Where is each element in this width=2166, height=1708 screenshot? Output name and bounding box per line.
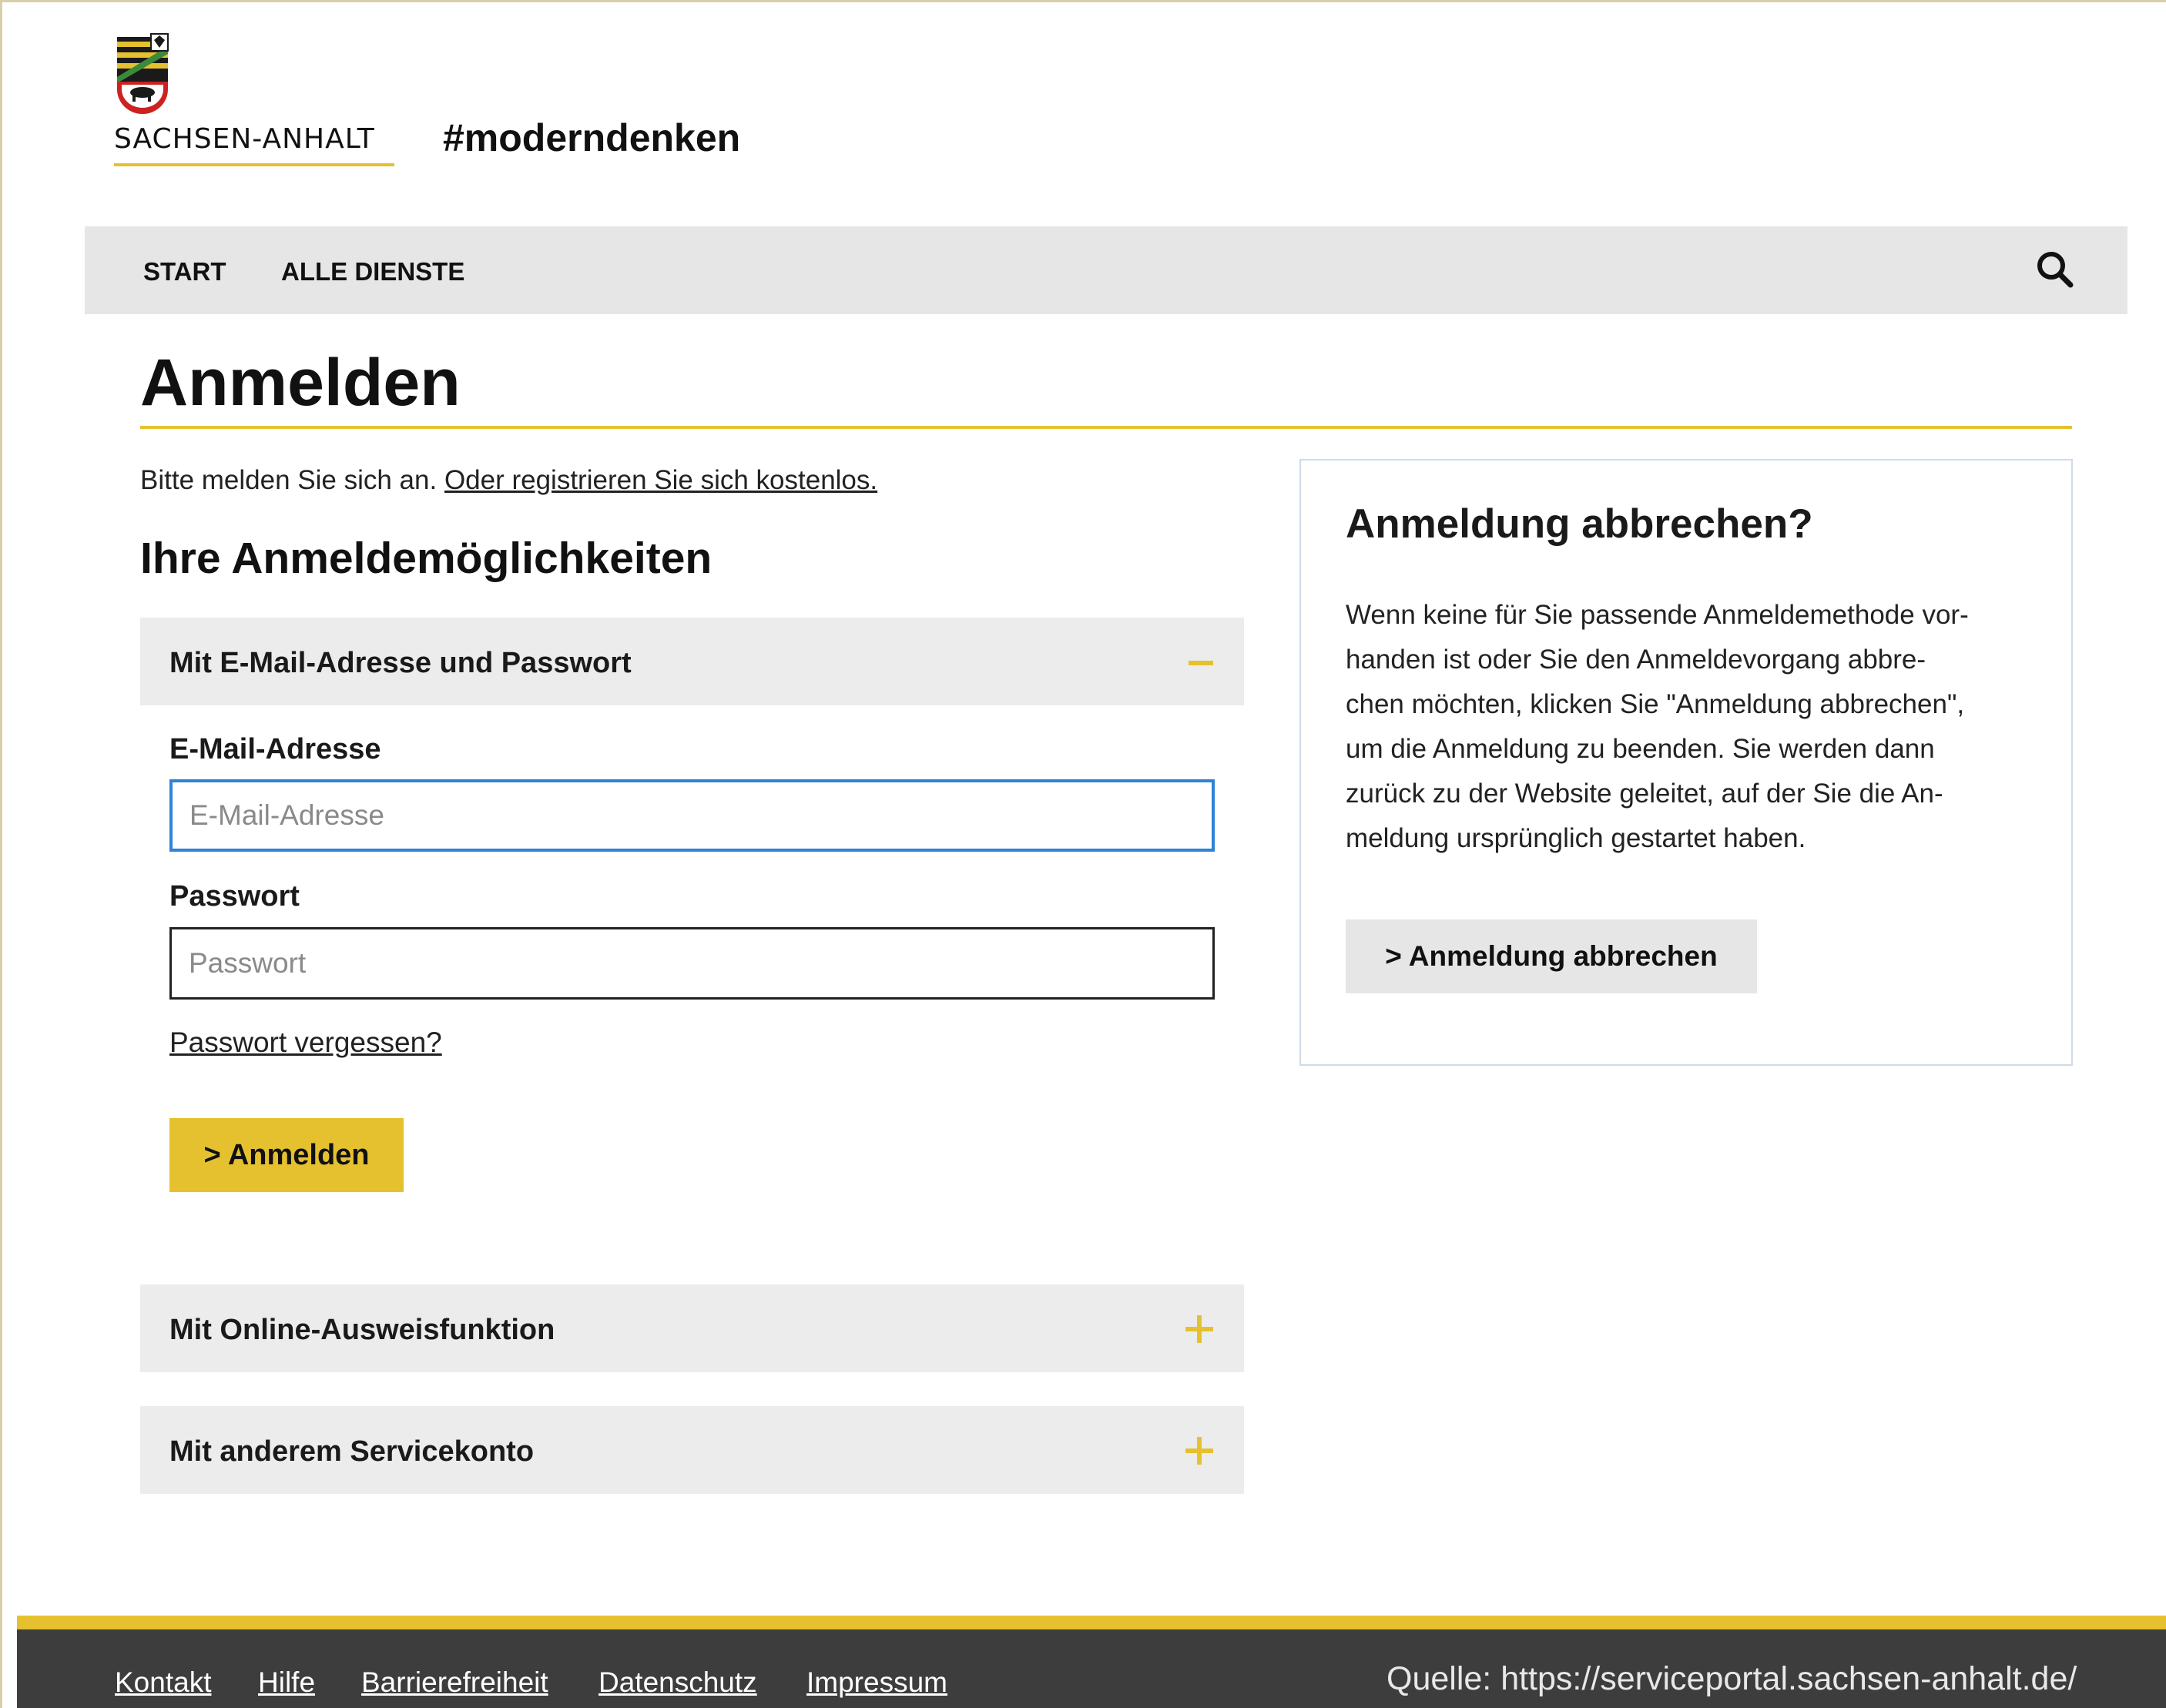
cancel-text-line: Wenn keine für Sie passende Anmeldemetho… <box>1346 600 1969 630</box>
cancel-text-line: um die Anmeldung zu beenden. Sie werden … <box>1346 734 1935 764</box>
plus-icon <box>1185 1437 1213 1465</box>
cancel-text-line: handen ist oder Sie den Anmeldevorgang a… <box>1346 645 1926 675</box>
footer-link-barrierefreiheit[interactable]: Barrierefreiheit <box>361 1666 548 1699</box>
hashtag-slogan: #moderndenken <box>443 116 741 159</box>
page-title: Anmelden <box>140 346 461 420</box>
title-divider <box>140 426 2072 429</box>
accordion-email-password[interactable]: Mit E-Mail-Adresse und Passwort <box>140 618 1244 705</box>
accordion-title: Mit E-Mail-Adresse und Passwort <box>169 647 632 679</box>
cancel-text-line: meldung ursprünglich gestartet haben. <box>1346 823 1806 853</box>
cancel-login-panel: Anmeldung abbrechen? Wenn keine für Sie … <box>1299 459 2073 1066</box>
email-field[interactable] <box>169 779 1215 852</box>
login-button[interactable]: > Anmelden <box>169 1118 404 1192</box>
nav-item-start[interactable]: START <box>143 257 226 286</box>
state-name: SACHSEN-ANHALT <box>114 123 375 155</box>
cancel-login-button[interactable]: > Anmeldung abbrechen <box>1346 919 1757 993</box>
nav-item-alle-dienste[interactable]: ALLE DIENSTE <box>281 257 464 286</box>
plus-icon <box>1185 1315 1213 1343</box>
register-link[interactable]: Oder registrieren Sie sich kostenlos. <box>444 465 877 495</box>
source-caption: Quelle: https://serviceportal.sachsen-an… <box>1386 1660 2077 1697</box>
intro-text: Bitte melden Sie sich an. Oder registrie… <box>140 465 877 496</box>
footer-link-impressum[interactable]: Impressum <box>806 1666 947 1699</box>
cancel-description: Wenn keine für Sie passende Anmeldemetho… <box>1346 593 2031 861</box>
footer-link-datenschutz[interactable]: Datenschutz <box>598 1666 757 1699</box>
accordion-title: Mit anderem Servicekonto <box>169 1435 535 1468</box>
footer-accent-bar <box>17 1616 2166 1629</box>
login-options-heading: Ihre Anmeldemöglichkeiten <box>140 534 712 583</box>
email-label: E-Mail-Adresse <box>169 733 381 765</box>
accordion-online-id[interactable]: Mit Online-Ausweisfunktion <box>140 1284 1244 1372</box>
main-nav: START ALLE DIENSTE <box>85 226 2127 314</box>
intro-label: Bitte melden Sie sich an. <box>140 465 444 495</box>
minus-icon <box>1189 661 1213 665</box>
footer-link-hilfe[interactable]: Hilfe <box>258 1666 315 1699</box>
footer-link-kontakt[interactable]: Kontakt <box>115 1666 211 1699</box>
password-label: Passwort <box>169 880 300 913</box>
accordion-title: Mit Online-Ausweisfunktion <box>169 1314 555 1346</box>
password-field[interactable] <box>169 927 1215 1000</box>
cancel-text-line: zurück zu der Website geleitet, auf der … <box>1346 779 1943 809</box>
forgot-password-link[interactable]: Passwort vergessen? <box>169 1026 442 1059</box>
search-icon[interactable] <box>2035 250 2075 290</box>
state-name-underline <box>114 163 394 166</box>
coat-of-arms-logo[interactable] <box>108 31 177 116</box>
cancel-heading: Anmeldung abbrechen? <box>1346 501 1813 547</box>
accordion-other-servicekonto[interactable]: Mit anderem Servicekonto <box>140 1406 1244 1494</box>
cancel-text-line: chen möchten, klicken Sie "Anmeldung abb… <box>1346 689 1965 719</box>
